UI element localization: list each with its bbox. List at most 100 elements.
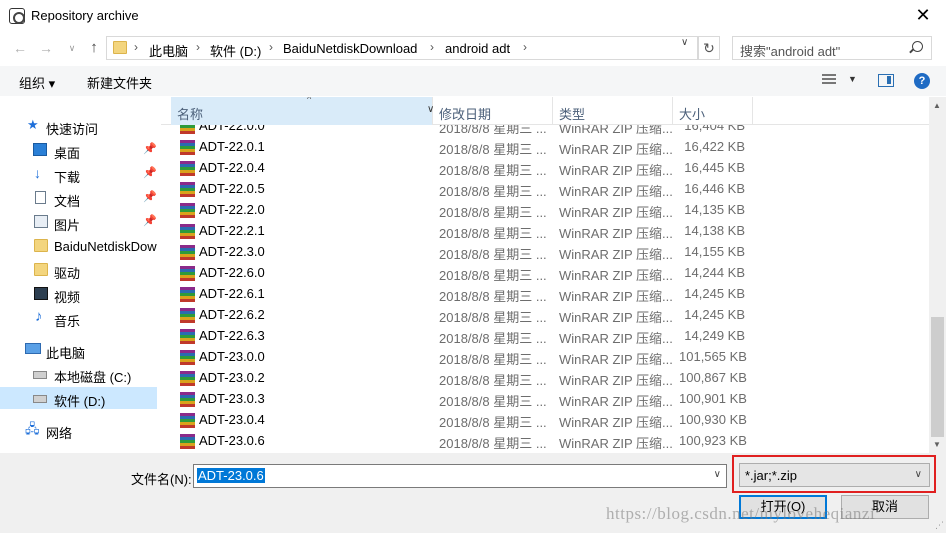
file-date: 2018/8/8 星期三 ... [439,163,547,178]
help-icon[interactable]: ? [914,73,930,89]
file-row[interactable]: ADT-22.0.4 2018/8/8 星期三 ... WinRAR ZIP 压缩.… [161,158,761,179]
file-row[interactable]: ADT-23.0.4 2018/8/8 星期三 ... WinRAR ZIP 压缩.… [161,410,761,431]
organize-button[interactable]: 组织 ▾ [19,73,55,92]
file-type: WinRAR ZIP 压缩... [559,268,673,283]
chevron-down-icon[interactable]: ▼ [848,74,857,84]
file-row[interactable]: ADT-22.0.1 2018/8/8 星期三 ... WinRAR ZIP 压缩.… [161,137,761,158]
nav-drive-d[interactable]: 软件 (D:) [0,387,157,409]
nav-item-videos[interactable]: 视频 [0,283,160,305]
winrar-archive-icon [180,161,195,176]
nav-label: 图片 [54,218,81,233]
breadcrumb-drive-d[interactable]: 软件 (D:) [210,41,261,60]
breadcrumb-this-pc[interactable]: 此电脑 [149,41,188,60]
file-row[interactable]: ADT-22.0.5 2018/8/8 星期三 ... WinRAR ZIP 压缩.… [161,179,761,200]
nav-label: 本地磁盘 (C:) [54,370,132,385]
file-row[interactable]: ADT-22.6.0 2018/8/8 星期三 ... WinRAR ZIP 压缩.… [161,263,761,284]
nav-network[interactable]: 🖧 网络 [0,419,160,441]
file-type: WinRAR ZIP 压缩... [559,394,673,409]
column-header-label: 名称 [177,107,204,122]
winrar-archive-icon [180,224,195,239]
file-list[interactable]: 名称 ^ ∨ 修改日期 类型 大小 ADT-22.0.0 2018/8/8 星期三… [161,97,929,453]
nav-label: BaiduNetdiskDow [54,239,157,254]
folder-icon [113,41,127,54]
forward-arrow-icon[interactable]: → [36,39,56,57]
file-row[interactable]: ADT-22.3.0 2018/8/8 星期三 ... WinRAR ZIP 压缩.… [161,242,761,263]
column-header-date[interactable]: 修改日期 [433,97,553,125]
nav-quick-access[interactable]: ★ 快速访问 [0,115,160,137]
scrollbar-thumb[interactable] [931,317,944,437]
winrar-archive-icon [180,287,195,302]
filename-value[interactable]: ADT-23.0.6 [197,468,265,483]
nav-drive-c[interactable]: 本地磁盘 (C:) [0,363,160,385]
filename-input[interactable]: ADT-23.0.6 ∨ [193,464,727,488]
file-name: ADT-22.6.3 [199,328,265,343]
scroll-up-icon[interactable]: ▲ [933,101,941,110]
file-row[interactable]: ADT-22.2.1 2018/8/8 星期三 ... WinRAR ZIP 压缩.… [161,221,761,242]
app-icon [9,8,25,24]
winrar-archive-icon [180,371,195,386]
winrar-archive-icon [180,413,195,428]
resize-grip-icon[interactable]: ⋰ [935,520,944,531]
vertical-scrollbar[interactable]: ▲ ▼ [929,97,946,453]
file-row[interactable]: ADT-22.6.3 2018/8/8 星期三 ... WinRAR ZIP 压缩.… [161,326,761,347]
new-folder-button[interactable]: 新建文件夹 [87,73,152,92]
file-date: 2018/8/8 星期三 ... [439,394,547,409]
file-name: ADT-23.0.4 [199,412,265,427]
file-size: 100,930 KB [679,412,747,427]
file-row[interactable]: ADT-23.0.0 2018/8/8 星期三 ... WinRAR ZIP 压缩.… [161,347,761,368]
file-date: 2018/8/8 星期三 ... [439,289,547,304]
chevron-down-icon[interactable]: ∨ [714,469,721,480]
file-type: WinRAR ZIP 压缩... [559,352,673,367]
search-icon[interactable] [912,41,923,52]
breadcrumb-baidunetdisk[interactable]: BaiduNetdiskDownload [283,41,417,56]
nav-label: 快速访问 [46,122,99,137]
scroll-down-icon[interactable]: ▼ [933,440,941,449]
nav-item-documents[interactable]: 文档 📌 [0,187,160,209]
winrar-archive-icon [180,266,195,281]
nav-item-downloads[interactable]: ↓ 下载 📌 [0,163,160,185]
winrar-archive-icon [180,182,195,197]
address-bar[interactable]: › 此电脑 › 软件 (D:) › BaiduNetdiskDownload ›… [106,36,698,60]
file-size: 14,244 KB [684,265,745,280]
pin-icon: 📌 [143,191,157,203]
column-header-size[interactable]: 大小 [673,97,753,125]
file-name: ADT-22.6.1 [199,286,265,301]
file-row[interactable]: ADT-22.2.0 2018/8/8 星期三 ... WinRAR ZIP 压缩.… [161,200,761,221]
nav-label: 驱动 [54,266,81,281]
up-arrow-icon[interactable]: ↑ [84,39,104,57]
file-type-filter[interactable]: *.jar;*.zip ∨ [739,463,930,487]
search-input[interactable]: 搜索"android adt" [732,36,932,60]
file-size: 14,249 KB [684,328,745,343]
file-date: 2018/8/8 星期三 ... [439,226,547,241]
breadcrumb-android-adt[interactable]: android adt [445,41,510,56]
file-date: 2018/8/8 星期三 ... [439,268,547,283]
file-row[interactable]: ADT-23.0.6 2018/8/8 星期三 ... WinRAR ZIP 压缩.… [161,431,761,452]
file-row[interactable]: ADT-22.6.1 2018/8/8 星期三 ... WinRAR ZIP 压缩.… [161,284,761,305]
column-header-name[interactable]: 名称 ^ ∨ [171,97,434,125]
file-size: 101,565 KB [679,349,747,364]
back-arrow-icon[interactable]: ← [10,39,30,57]
nav-item-music[interactable]: ♪ 音乐 [0,307,160,329]
column-header-type[interactable]: 类型 [553,97,673,125]
preview-pane-icon[interactable] [878,74,894,87]
file-size: 100,923 KB [679,433,747,448]
file-row[interactable]: ADT-23.0.3 2018/8/8 星期三 ... WinRAR ZIP 压缩.… [161,389,761,410]
nav-item-drivers[interactable]: 驱动 [0,259,160,281]
breadcrumb-separator-icon: › [269,40,273,54]
nav-this-pc[interactable]: 此电脑 [0,339,160,361]
view-options-icon[interactable] [822,74,836,86]
refresh-icon[interactable]: ↻ [698,36,720,60]
file-row[interactable]: ADT-23.0.2 2018/8/8 星期三 ... WinRAR ZIP 压缩.… [161,368,761,389]
nav-item-baidunetdisk[interactable]: BaiduNetdiskDow [0,235,160,257]
chevron-down-icon[interactable]: ∨ [915,469,922,480]
close-button[interactable]: ✕ [900,0,946,32]
recent-locations-icon[interactable]: ∨ [62,39,82,57]
folder-icon [34,239,48,252]
nav-item-desktop[interactable]: 桌面 📌 [0,139,160,161]
nav-item-pictures[interactable]: 图片 📌 [0,211,160,233]
folder-icon [34,263,48,276]
window-title: Repository archive [31,8,139,23]
file-row[interactable]: ADT-22.6.2 2018/8/8 星期三 ... WinRAR ZIP 压缩.… [161,305,761,326]
address-dropdown-icon[interactable]: ∨ [681,37,688,48]
file-size: 14,245 KB [684,307,745,322]
